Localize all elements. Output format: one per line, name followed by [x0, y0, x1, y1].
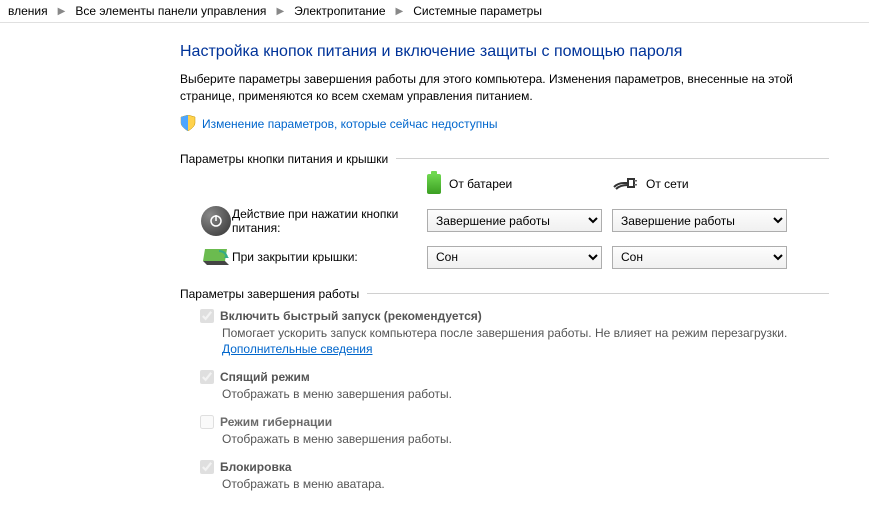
power-button-icon	[201, 206, 231, 236]
lid-close-action-label: При закрытии крышки:	[232, 250, 427, 264]
page-description: Выберите параметры завершения работы для…	[180, 71, 829, 105]
lock-desc: Отображать в меню аватара.	[222, 476, 829, 493]
breadcrumb-item[interactable]: вления	[4, 4, 52, 18]
power-button-action-label: Действие при нажатии кнопки питания:	[232, 207, 427, 235]
hibernate-option: Режим гибернации Отображать в меню завер…	[200, 415, 829, 448]
lock-option: Блокировка Отображать в меню аватара.	[200, 460, 829, 493]
lock-checkbox	[200, 460, 214, 474]
shield-icon	[180, 115, 196, 134]
lid-close-battery-select[interactable]: Сон	[427, 246, 602, 269]
battery-icon	[427, 174, 441, 194]
lock-label: Блокировка	[220, 460, 292, 474]
column-plugged-in: От сети	[612, 177, 797, 191]
sleep-desc: Отображать в меню завершения работы.	[222, 386, 829, 403]
sleep-checkbox	[200, 370, 214, 384]
learn-more-link[interactable]: Дополнительные сведения	[222, 342, 372, 356]
page-title: Настройка кнопок питания и включение защ…	[180, 43, 829, 61]
lid-close-ac-select[interactable]: Сон	[612, 246, 787, 269]
breadcrumb-item[interactable]: Все элементы панели управления	[71, 4, 270, 18]
fast-startup-desc: Помогает ускорить запуск компьютера посл…	[222, 325, 829, 359]
breadcrumb-item[interactable]: Электропитание	[290, 4, 389, 18]
power-button-ac-select[interactable]: Завершение работы	[612, 209, 787, 232]
section-shutdown-settings: Параметры завершения работы	[180, 287, 829, 301]
chevron-right-icon: ▶	[270, 6, 290, 17]
lid-close-icon	[201, 247, 231, 267]
chevron-right-icon: ▶	[52, 6, 72, 17]
column-on-battery: От батареи	[427, 174, 612, 194]
breadcrumb[interactable]: вления ▶ Все элементы панели управления …	[0, 0, 869, 23]
fast-startup-checkbox	[200, 309, 214, 323]
fast-startup-label: Включить быстрый запуск (рекомендуется)	[220, 309, 482, 323]
plug-icon	[612, 177, 638, 191]
hibernate-label: Режим гибернации	[220, 415, 332, 429]
change-unavailable-settings-link[interactable]: Изменение параметров, которые сейчас нед…	[180, 115, 829, 134]
change-unavailable-settings-text[interactable]: Изменение параметров, которые сейчас нед…	[202, 117, 498, 131]
sleep-option: Спящий режим Отображать в меню завершени…	[200, 370, 829, 403]
breadcrumb-item[interactable]: Системные параметры	[409, 4, 546, 18]
sleep-label: Спящий режим	[220, 370, 310, 384]
hibernate-checkbox	[200, 415, 214, 429]
hibernate-desc: Отображать в меню завершения работы.	[222, 431, 829, 448]
power-button-battery-select[interactable]: Завершение работы	[427, 209, 602, 232]
chevron-right-icon: ▶	[390, 6, 410, 17]
section-power-button-lid: Параметры кнопки питания и крышки	[180, 152, 829, 166]
fast-startup-option: Включить быстрый запуск (рекомендуется) …	[200, 309, 829, 359]
